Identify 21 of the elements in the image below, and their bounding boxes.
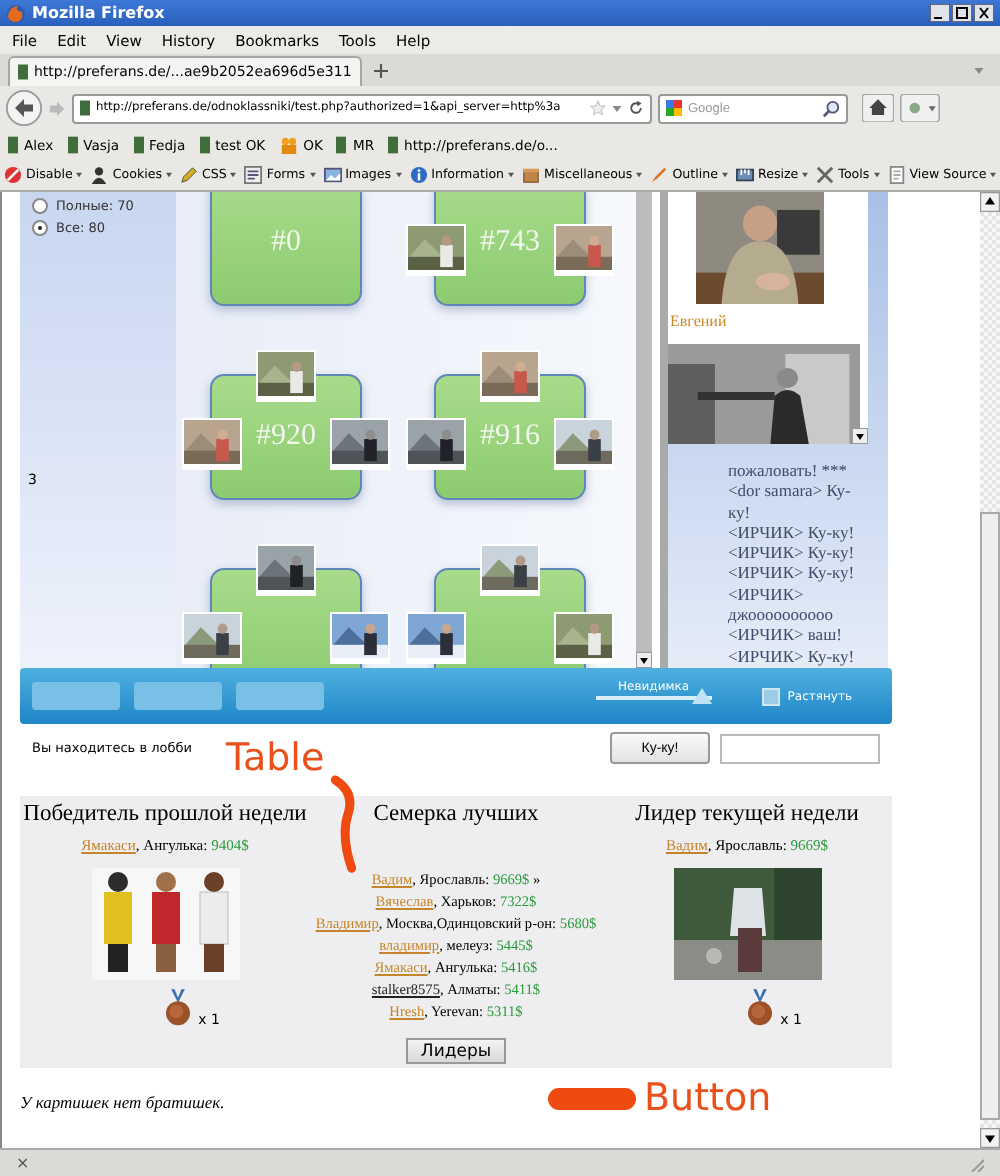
- annotation-label: Button: [644, 1078, 772, 1118]
- chat-message: <ИРЧИК> Ку-ку!: [728, 562, 857, 584]
- section-title: Семерка лучших: [373, 802, 539, 826]
- chat-message: <ИРЧИК> ваш!: [728, 624, 844, 646]
- chat-message: пожаловать! ***: [728, 460, 850, 481]
- chat-message: <dor samara> Ку-ку!: [728, 480, 853, 522]
- status-text[interactable]: ×: [16, 1154, 30, 1172]
- motto-text: У картишек нет братишек.: [20, 1092, 225, 1112]
- chat-message: <ИРЧИК> Ку-ку!: [728, 645, 857, 666]
- section-title: Лидер текущей недели: [635, 802, 859, 826]
- annotation-label: Table: [226, 738, 327, 778]
- table-number: #920: [256, 420, 316, 454]
- leaders-button[interactable]: Лидеры: [406, 1038, 506, 1064]
- chat-message: <ИРЧИК> Ку-ку!: [728, 521, 857, 543]
- table-number: #743: [480, 226, 540, 260]
- section-title: Победитель прошлой недели: [23, 802, 307, 826]
- chat-message: <ИРЧИК> джоооооооооо: [728, 583, 835, 625]
- table-number: #916: [480, 420, 540, 454]
- chat-message: <ИРЧИК> Ку-ку!: [728, 542, 857, 563]
- window-title: Mozilla Firefox: [32, 4, 165, 22]
- table-number: #0: [271, 226, 301, 260]
